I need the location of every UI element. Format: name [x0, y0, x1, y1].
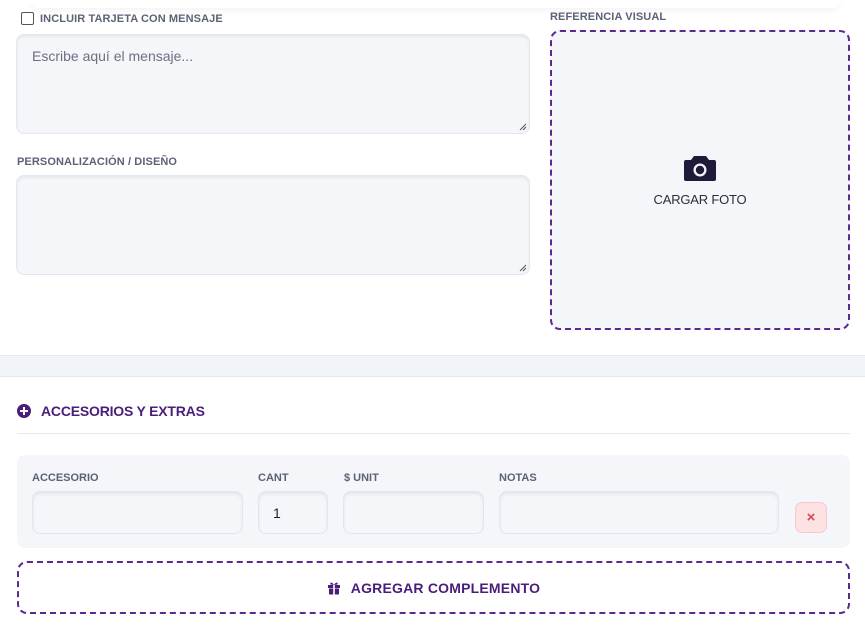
- include-card-checkbox-row[interactable]: INCLUIR TARJETA CON MENSAJE: [21, 12, 223, 25]
- include-card-checkbox[interactable]: [21, 12, 34, 25]
- qty-input[interactable]: 1: [258, 491, 328, 534]
- include-card-label: INCLUIR TARJETA CON MENSAJE: [40, 12, 223, 25]
- personalization-label: PERSONALIZACIÓN / DISEÑO: [17, 156, 178, 168]
- add-complement-button[interactable]: AGREGAR COMPLEMENTO: [17, 561, 850, 614]
- unit-price-column-label: $ UNIT: [344, 472, 379, 484]
- notes-column-label: NOTAS: [499, 472, 537, 484]
- visual-reference-label: REFERENCIA VISUAL: [550, 11, 667, 23]
- plus-circle-icon: [17, 404, 31, 418]
- accessories-title: ACCESORIOS Y EXTRAS: [41, 403, 205, 419]
- personalization-textarea[interactable]: [16, 175, 530, 275]
- camera-icon: [684, 155, 716, 181]
- top-panel-edge: [30, 0, 840, 8]
- resize-grip-icon[interactable]: [519, 123, 527, 131]
- gift-icon: [327, 582, 340, 594]
- qty-column-label: CANT: [258, 472, 289, 484]
- notes-input[interactable]: [499, 491, 779, 534]
- accessory-input[interactable]: [32, 491, 243, 534]
- remove-accessory-button[interactable]: ×: [795, 502, 827, 533]
- card-message-placeholder: Escribe aquí el mensaje...: [32, 48, 194, 64]
- upload-photo-label: CARGAR FOTO: [653, 191, 747, 207]
- photo-upload-dropzone[interactable]: CARGAR FOTO: [550, 30, 850, 330]
- section-divider: [0, 355, 865, 377]
- accessory-row-panel: ACCESORIO CANT $ UNIT NOTAS 1 ×: [17, 455, 850, 548]
- accessory-column-label: ACCESORIO: [32, 472, 99, 484]
- add-complement-label: AGREGAR COMPLEMENTO: [350, 579, 541, 596]
- card-message-textarea[interactable]: Escribe aquí el mensaje...: [16, 34, 530, 134]
- section-rule: [17, 433, 850, 434]
- resize-grip-icon[interactable]: [519, 264, 527, 272]
- unit-price-input[interactable]: [343, 491, 484, 534]
- accessories-section-header: ACCESORIOS Y EXTRAS: [17, 403, 205, 419]
